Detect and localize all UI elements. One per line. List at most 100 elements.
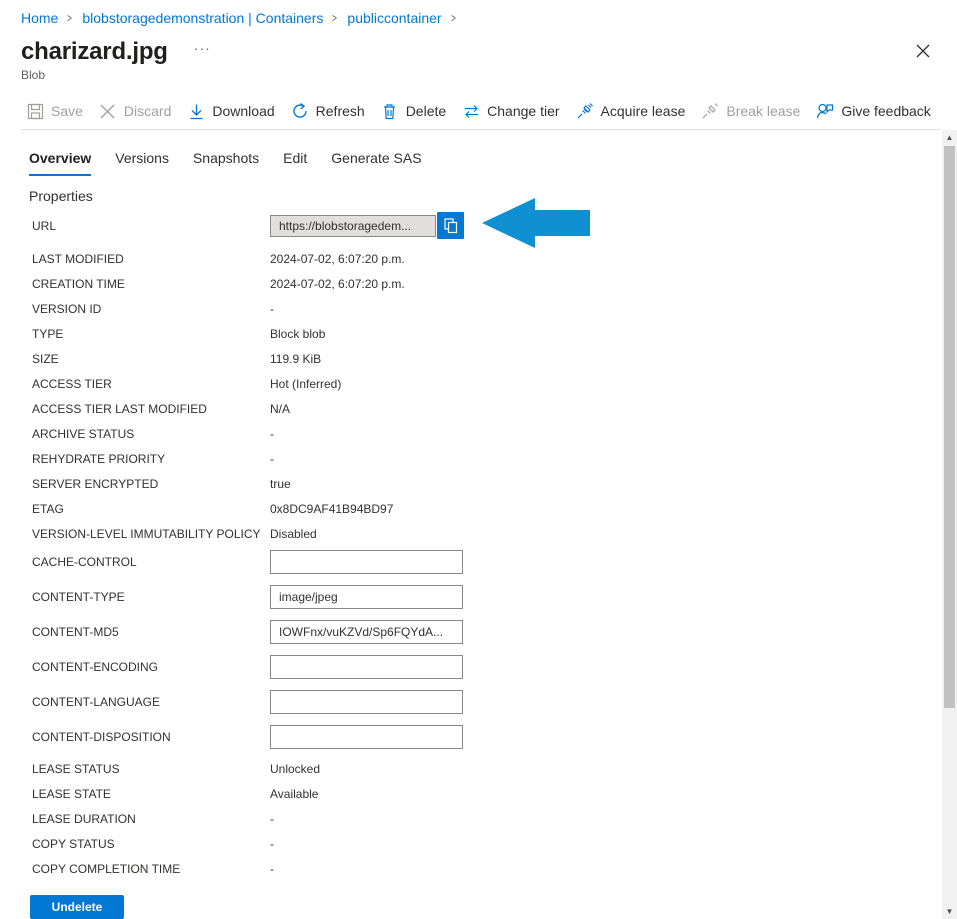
give-feedback-label: Give feedback: [841, 103, 931, 119]
url-field[interactable]: https://blobstoragedem...: [270, 214, 436, 237]
refresh-button[interactable]: Refresh: [291, 102, 365, 120]
delete-button[interactable]: Delete: [381, 102, 446, 120]
save-icon: [26, 102, 44, 120]
refresh-icon: [291, 102, 309, 120]
property-value: -: [270, 862, 274, 876]
property-row-editable: CACHE-CONTROL: [32, 550, 463, 574]
break-lease-label: Break lease: [726, 103, 801, 119]
acquire-lease-label: Acquire lease: [600, 103, 686, 119]
property-label: CONTENT-MD5: [32, 625, 119, 639]
download-icon: [187, 102, 205, 120]
content-language-input[interactable]: [270, 690, 463, 714]
property-label: ACCESS TIER LAST MODIFIED: [32, 402, 207, 416]
property-row: ETAG 0x8DC9AF41B94BD97: [32, 502, 393, 516]
copy-icon: [443, 217, 457, 233]
close-icon[interactable]: [915, 43, 931, 59]
tab-generate-sas[interactable]: Generate SAS: [331, 150, 421, 176]
property-label: LEASE DURATION: [32, 812, 136, 826]
property-row: VERSION-LEVEL IMMUTABILITY POLICY Disable…: [32, 527, 317, 541]
more-options-button[interactable]: ···: [194, 40, 211, 56]
scroll-thumb[interactable]: [944, 146, 955, 708]
property-value: -: [270, 812, 274, 826]
property-label: ETAG: [32, 502, 64, 516]
property-value: N/A: [270, 402, 291, 416]
property-label: CONTENT-TYPE: [32, 590, 125, 604]
property-value: 2024-07-02, 6:07:20 p.m.: [270, 277, 405, 291]
change-tier-button[interactable]: Change tier: [462, 102, 560, 120]
tab-snapshots[interactable]: Snapshots: [193, 150, 259, 176]
tab-edit[interactable]: Edit: [283, 150, 307, 176]
save-label: Save: [51, 103, 83, 119]
property-label: ACCESS TIER: [32, 377, 112, 391]
property-row: REHYDRATE PRIORITY -: [32, 452, 274, 466]
property-row: ACCESS TIER LAST MODIFIED N/A: [32, 402, 290, 416]
command-bar: Save Discard Download Refresh Delete Cha…: [26, 98, 947, 124]
copy-url-button[interactable]: [437, 212, 464, 239]
property-label: CONTENT-ENCODING: [32, 660, 158, 674]
breadcrumb-container[interactable]: publiccontainer: [347, 10, 441, 26]
chevron-right-icon: >: [332, 11, 338, 25]
property-value: 119.9 KiB: [270, 352, 322, 366]
property-label: VERSION ID: [32, 302, 102, 316]
tab-versions[interactable]: Versions: [115, 150, 169, 176]
property-row: VERSION ID -: [32, 302, 274, 316]
property-label: LEASE STATE: [32, 787, 111, 801]
property-row: SERVER ENCRYPTED true: [32, 477, 291, 491]
property-value: 2024-07-02, 6:07:20 p.m.: [270, 252, 405, 266]
breadcrumb-storage-account[interactable]: blobstoragedemonstration | Containers: [82, 10, 323, 26]
property-row: SIZE 119.9 KiB: [32, 352, 321, 366]
property-value: -: [270, 837, 274, 851]
arrow-annotation-icon: [482, 198, 590, 248]
scroll-up-icon[interactable]: ▲: [942, 131, 957, 145]
property-label: TYPE: [32, 327, 64, 341]
cache-control-input[interactable]: [270, 550, 463, 574]
break-lease-button[interactable]: Break lease: [701, 102, 800, 120]
property-value: -: [270, 452, 274, 466]
breadcrumb-home[interactable]: Home: [21, 10, 58, 26]
property-value: Hot (Inferred): [270, 377, 342, 391]
property-label: LAST MODIFIED: [32, 252, 124, 266]
change-tier-icon: [462, 102, 480, 120]
save-button[interactable]: Save: [26, 102, 83, 120]
property-row: COPY STATUS -: [32, 837, 274, 851]
vertical-scrollbar[interactable]: ▲ ▼: [942, 130, 957, 919]
url-label: URL: [32, 218, 57, 233]
content-disposition-input[interactable]: [270, 725, 463, 749]
property-row-editable: CONTENT-TYPE image/jpeg: [32, 585, 463, 609]
give-feedback-button[interactable]: Give feedback: [816, 102, 931, 120]
acquire-lease-button[interactable]: Acquire lease: [576, 102, 686, 120]
property-row: LAST MODIFIED 2024-07-02, 6:07:20 p.m.: [32, 252, 405, 266]
property-label: CREATION TIME: [32, 277, 125, 291]
delete-label: Delete: [405, 103, 447, 119]
title-row: charizard.jpg ···: [21, 38, 211, 66]
properties-heading: Properties: [29, 188, 93, 204]
download-button[interactable]: Download: [187, 102, 275, 120]
chevron-right-icon: >: [67, 11, 73, 25]
property-row: CREATION TIME 2024-07-02, 6:07:20 p.m.: [32, 277, 405, 291]
content-md5-input[interactable]: IOWFnx/vuKZVd/Sp6FQYdA...: [270, 620, 463, 644]
break-lease-icon: [701, 102, 719, 120]
content-type-input[interactable]: image/jpeg: [270, 585, 463, 609]
property-row: COPY COMPLETION TIME -: [32, 862, 274, 876]
property-row: LEASE DURATION -: [32, 812, 274, 826]
page-title: charizard.jpg: [21, 38, 168, 65]
property-row: ACCESS TIER Hot (Inferred): [32, 377, 341, 391]
property-value: 0x8DC9AF41B94BD97: [270, 502, 394, 516]
property-row-editable: CONTENT-LANGUAGE: [32, 690, 463, 714]
content-encoding-input[interactable]: [270, 655, 463, 679]
download-label: Download: [212, 103, 275, 119]
breadcrumb: Home > blobstoragedemonstration | Contai…: [21, 10, 466, 26]
scroll-down-icon[interactable]: ▼: [942, 905, 957, 919]
property-row-editable: CONTENT-MD5 IOWFnx/vuKZVd/Sp6FQYdA...: [32, 620, 463, 644]
toolbar-divider: [21, 129, 941, 130]
property-row: TYPE Block blob: [32, 327, 325, 341]
discard-button[interactable]: Discard: [99, 102, 171, 120]
property-value: -: [270, 302, 274, 316]
feedback-icon: [816, 102, 834, 120]
property-label: CACHE-CONTROL: [32, 555, 137, 569]
chevron-right-icon: >: [450, 11, 456, 25]
acquire-lease-icon: [576, 102, 594, 120]
tab-overview[interactable]: Overview: [29, 150, 92, 176]
property-label: LEASE STATUS: [32, 762, 120, 776]
undelete-button[interactable]: Undelete: [30, 895, 124, 919]
